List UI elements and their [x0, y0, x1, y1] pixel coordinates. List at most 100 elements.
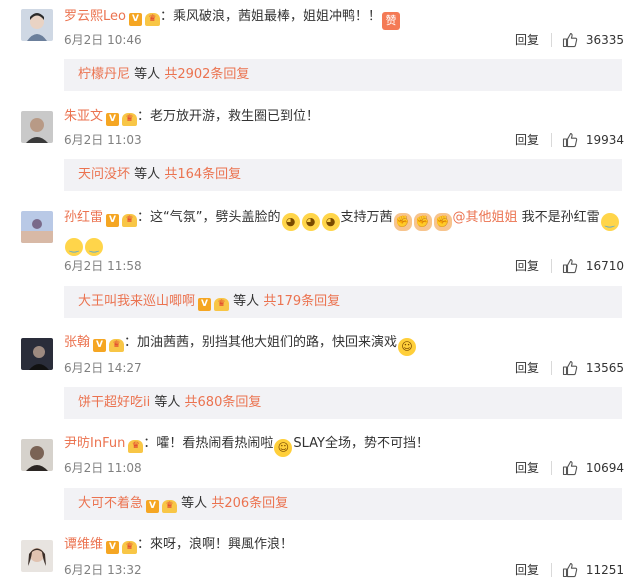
reply-user-link[interactable]: 大王叫我来巡山唧啊	[78, 294, 195, 309]
etc-label: 等人	[134, 167, 161, 182]
yum-emoji-icon: ☺	[398, 338, 417, 356]
username-link[interactable]: 朱亚文	[64, 109, 103, 124]
comment-body: 孙红雷 V ♛ ：这“气氛”，劈头盖脸的 ◕ ◕ ◕ 支持万茜 ✊ ✊ ✊ @其他姐姐 我不是孙红雷 ‿…	[64, 206, 620, 256]
surprised-emoji-icon: ◕	[301, 213, 320, 231]
comment-text: ：加油茜茜，别挡其他大姐们的路，快回来演戏	[124, 335, 398, 350]
etc-label: 等人	[134, 67, 161, 82]
comment-actions: 回复 13565	[515, 358, 624, 378]
comment-date: 6月2日 11:08	[64, 461, 142, 475]
reply-user-link[interactable]: 柠檬丹尼	[78, 67, 130, 82]
reply-button[interactable]: 回复	[515, 30, 539, 50]
reply-button[interactable]: 回复	[515, 130, 539, 150]
comment-date: 6月2日 13:32	[64, 563, 142, 577]
reply-button[interactable]: 回复	[515, 458, 539, 478]
verified-badge-icon: V	[93, 339, 107, 352]
reply-summary[interactable]: 大王叫我来巡山唧啊 V ♛ 等人 共179条回复	[64, 286, 622, 318]
reply-total-link[interactable]: 共206条回复	[211, 496, 288, 511]
thumbs-up-icon[interactable]	[562, 360, 578, 376]
reply-total-link[interactable]: 共680条回复	[185, 395, 262, 410]
comment-actions: 回复 16710	[515, 256, 624, 276]
avatar[interactable]	[21, 439, 53, 471]
reply-button[interactable]: 回复	[515, 358, 539, 378]
yum-emoji-icon: ☺	[274, 439, 293, 457]
divider	[551, 461, 552, 475]
reply-user-link[interactable]: 饼干超好吃ii	[78, 395, 150, 410]
vip-badge-icon: ♛	[122, 541, 138, 554]
comment-date: 6月2日 11:03	[64, 133, 142, 147]
comment-text: SLAY全场，势不可挡！	[293, 436, 429, 451]
reply-user-link[interactable]: 天问没坏	[78, 167, 130, 182]
like-icon: 赞	[381, 12, 400, 30]
comment-text: 支持万茜	[340, 210, 393, 225]
avatar[interactable]	[21, 9, 53, 41]
comment-text: ：乘风破浪，茜姐最棒，姐姐冲鸭！！	[159, 9, 381, 24]
vip-badge-icon: ♛	[162, 500, 178, 513]
comment-text: 我不是孙红雷	[517, 210, 600, 225]
comment-actions: 回复 10694	[515, 458, 624, 478]
verified-badge-icon: V	[198, 298, 212, 311]
fist-emoji-icon: ✊	[433, 213, 452, 231]
comment-body: 谭维维 V ♛ ：來呀，浪啊！興風作浪！	[64, 533, 620, 557]
reply-summary[interactable]: 饼干超好吃ii 等人 共680条回复	[64, 387, 622, 419]
verified-badge-icon: V	[146, 500, 160, 513]
etc-label: 等人	[154, 395, 181, 410]
vip-badge-icon: ♛	[214, 298, 230, 311]
comment-date: 6月2日 14:27	[64, 361, 142, 375]
comment-text: ：來呀，浪啊！興風作浪！	[137, 537, 294, 552]
reply-total-link[interactable]: 共179条回复	[263, 294, 340, 309]
comment-body: 张翰 V ♛ ：加油茜茜，别挡其他大姐们的路，快回来演戏 ☺	[64, 331, 620, 356]
comment-text: ：老万放开游，救生圈已到位！	[137, 109, 320, 124]
reply-summary[interactable]: 天问没坏 等人 共164条回复	[64, 159, 622, 191]
vip-badge-icon: ♛	[109, 339, 125, 352]
thumbs-up-icon[interactable]	[562, 460, 578, 476]
vip-badge-icon: ♛	[128, 440, 144, 453]
divider	[551, 361, 552, 375]
verified-badge-icon: V	[106, 113, 120, 126]
username-link[interactable]: 谭维维	[64, 537, 103, 552]
comment-body: 尹昉InFun ♛ ：嚯！看热闹看热闹啦 ☺ SLAY全场，势不可挡！	[64, 432, 620, 457]
comment-body: 朱亚文 V ♛ ：老万放开游，救生圈已到位！	[64, 105, 620, 129]
thumbs-up-icon[interactable]	[562, 132, 578, 148]
surprised-emoji-icon: ◕	[281, 213, 300, 231]
comment-actions: 回复 11251	[515, 560, 624, 580]
username-link[interactable]: 尹昉InFun	[64, 436, 125, 451]
username-link[interactable]: 张翰	[64, 335, 90, 350]
divider	[551, 259, 552, 273]
like-count: 19934	[585, 133, 624, 147]
fist-emoji-icon: ✊	[413, 213, 432, 231]
like-count: 13565	[585, 361, 624, 375]
divider	[551, 133, 552, 147]
comment-actions: 回复 36335	[515, 30, 624, 50]
comment-date: 6月2日 10:46	[64, 33, 142, 47]
surprised-emoji-icon: ◕	[321, 213, 340, 231]
comment-body: 罗云熙Leo V ♛ ：乘风破浪，茜姐最棒，姐姐冲鸭！！赞	[64, 5, 620, 30]
etc-label: 等人	[181, 496, 208, 511]
divider	[551, 33, 552, 47]
reply-summary[interactable]: 柠檬丹尼 等人 共2902条回复	[64, 59, 622, 91]
username-link[interactable]: 罗云熙Leo	[64, 9, 126, 24]
avatar[interactable]	[21, 211, 53, 243]
comment-actions: 回复 19934	[515, 130, 624, 150]
reply-user-link[interactable]: 大可不着急	[78, 496, 143, 511]
like-count: 11251	[585, 563, 624, 577]
reply-button[interactable]: 回复	[515, 560, 539, 580]
reply-summary[interactable]: 大可不着急 V ♛ 等人 共206条回复	[64, 488, 622, 520]
thumbs-up-icon[interactable]	[562, 258, 578, 274]
like-count: 16710	[585, 259, 624, 273]
reply-total-link[interactable]: 共164条回复	[164, 167, 241, 182]
reply-button[interactable]: 回复	[515, 256, 539, 276]
username-link[interactable]: 孙红雷	[64, 210, 103, 225]
fist-emoji-icon: ✊	[393, 213, 412, 231]
vip-badge-icon: ♛	[122, 214, 138, 227]
thumbs-up-icon[interactable]	[562, 562, 578, 578]
thumbs-up-icon[interactable]	[562, 32, 578, 48]
reply-total-link[interactable]: 共2902条回复	[164, 67, 249, 82]
mention-link[interactable]: @其他姐姐	[453, 210, 518, 225]
sweat-emoji-icon: ‿	[600, 213, 619, 231]
vip-badge-icon: ♛	[122, 113, 138, 126]
avatar[interactable]	[21, 338, 53, 370]
avatar[interactable]	[21, 111, 53, 143]
etc-label: 等人	[233, 294, 260, 309]
avatar[interactable]	[21, 540, 53, 572]
comment-text: ：这“气氛”，劈头盖脸的	[137, 210, 281, 225]
